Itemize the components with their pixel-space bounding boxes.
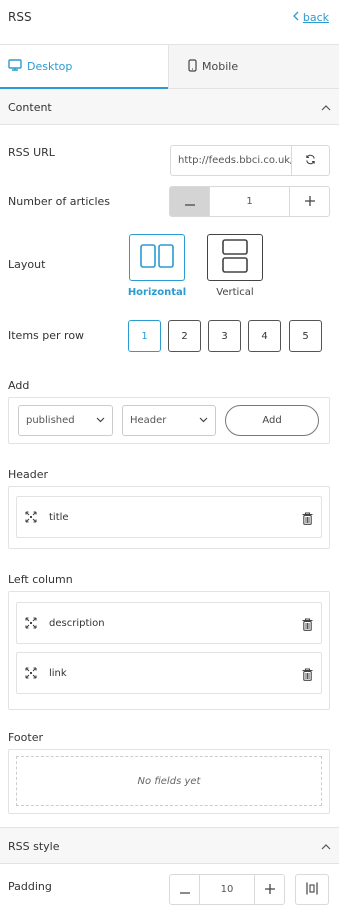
layout-vertical-icon (221, 238, 249, 277)
field-select-value: published (26, 415, 75, 426)
plus-icon (304, 194, 315, 210)
tab-mobile-label: Mobile (202, 60, 239, 73)
field-name: title (49, 511, 69, 523)
field-row-description: description (16, 602, 322, 644)
padding-increment-button[interactable] (255, 875, 284, 904)
back-label[interactable]: back (303, 11, 329, 24)
items-per-row-label: Items per row (8, 329, 85, 342)
items-per-row-option-2[interactable]: 2 (168, 320, 201, 352)
mobile-icon (188, 58, 197, 75)
rss-url-label: RSS URL (8, 146, 55, 159)
add-label: Add (8, 379, 30, 392)
content-section-header[interactable]: Content (0, 89, 339, 125)
target-select[interactable]: Header (122, 405, 216, 436)
rss-url-input[interactable] (171, 146, 291, 175)
chevron-down-icon (199, 415, 208, 426)
field-name: description (49, 617, 105, 629)
plus-icon (264, 882, 275, 898)
items-per-row-option-5[interactable]: 5 (289, 320, 322, 352)
divider (0, 863, 339, 864)
rss-style-section-title: RSS style (8, 839, 60, 853)
layout-label: Layout (8, 258, 46, 271)
articles-label: Number of articles (8, 195, 111, 208)
items-per-row-option-1[interactable]: 1 (128, 320, 161, 352)
add-button[interactable]: Add (225, 405, 319, 436)
tab-desktop-label: Desktop (27, 59, 73, 73)
field-name: link (49, 667, 67, 679)
field-select[interactable]: published (18, 405, 113, 436)
padding-stepper: 10 (169, 874, 285, 905)
padding-value[interactable]: 10 (199, 875, 255, 904)
footer-empty-dropzone[interactable]: No fields yet (16, 756, 322, 806)
footer-label: Footer (8, 731, 43, 744)
articles-value[interactable]: 1 (209, 187, 290, 216)
padding-decrement-button[interactable] (170, 875, 199, 904)
padding-sides-button[interactable] (295, 874, 329, 905)
back-link[interactable]: back (292, 10, 329, 24)
left-column-label: Left column (8, 573, 73, 586)
rss-url-control (170, 145, 330, 176)
desktop-icon (8, 58, 22, 74)
layout-vertical-option[interactable] (207, 234, 263, 281)
minus-icon (184, 194, 195, 210)
trash-icon[interactable] (302, 512, 313, 525)
layout-horizontal-option[interactable] (129, 234, 185, 281)
refresh-icon (305, 154, 316, 168)
field-row-link: link (16, 652, 322, 694)
panel-title: RSS (8, 10, 32, 24)
drag-handle-icon[interactable] (25, 617, 37, 629)
tab-mobile[interactable]: Mobile (168, 45, 339, 89)
padding-label: Padding (8, 880, 52, 893)
rss-style-section-header[interactable]: RSS style (0, 828, 339, 864)
trash-icon[interactable] (302, 618, 313, 631)
divider (0, 124, 339, 125)
chevron-left-icon (292, 10, 299, 24)
trash-icon[interactable] (302, 668, 313, 681)
chevron-up-icon (321, 840, 331, 853)
layout-horizontal-icon (139, 243, 175, 272)
content-section-title: Content (8, 100, 52, 114)
tab-desktop[interactable]: Desktop (0, 45, 168, 89)
items-per-row-option-4[interactable]: 4 (248, 320, 281, 352)
chevron-down-icon (96, 415, 105, 426)
articles-decrement-button[interactable] (170, 187, 209, 216)
device-tabs: Desktop Mobile (0, 45, 339, 89)
articles-stepper: 1 (169, 186, 330, 217)
minus-icon (179, 882, 190, 898)
target-select-value: Header (130, 415, 167, 426)
items-per-row-option-3[interactable]: 3 (208, 320, 241, 352)
padding-sides-icon (306, 882, 318, 898)
chevron-up-icon (321, 101, 331, 114)
drag-handle-icon[interactable] (25, 511, 37, 523)
layout-vertical-label[interactable]: Vertical (200, 287, 270, 298)
refresh-button[interactable] (291, 146, 329, 175)
header-group-label: Header (8, 468, 49, 481)
layout-horizontal-label[interactable]: Horizontal (122, 287, 192, 298)
drag-handle-icon[interactable] (25, 667, 37, 679)
articles-increment-button[interactable] (290, 187, 329, 216)
field-row-title: title (16, 496, 322, 538)
